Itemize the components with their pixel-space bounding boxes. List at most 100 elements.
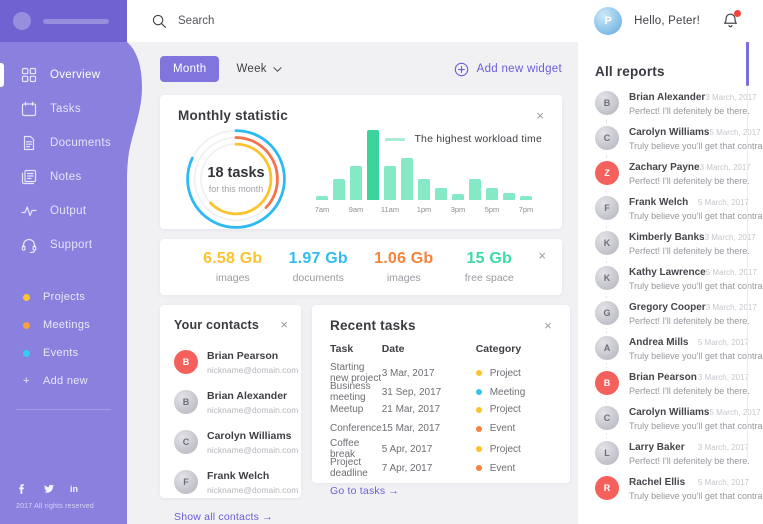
sidebar-item-notes[interactable]: Notes [0,160,127,194]
task-category: Project [490,444,521,455]
report-message: Perfect! I'll defenitely be there. [629,176,749,186]
contact-list-item[interactable]: CCarolyn Williamsnickname@domain.com [174,422,288,462]
report-list-item[interactable]: GGregory Cooper3 March, 2017Perfect! I'l… [595,301,749,326]
report-date: 5 March, 2017 [698,338,749,347]
twitter-icon[interactable] [43,483,55,495]
contact-email: nickname@domain.com [207,405,298,415]
report-date: 5 March, 2017 [698,478,749,487]
report-list-item[interactable]: CCarolyn Williams5 March, 2017Truly beli… [595,406,749,431]
task-name: Meetup [330,404,382,415]
table-row: Business meeting31 Sep, 2017Meeting [330,381,552,400]
bar-1pm [418,179,430,200]
sidebar-item-documents[interactable]: Documents [0,126,127,160]
sidebar-item-support[interactable]: Support [0,228,127,262]
stat-label: images [190,272,276,284]
report-message: Perfect! I'll defenitely be there. [629,386,749,396]
document-icon [21,135,37,151]
workload-bar-chart: The highest workload time 7am9am11am1pm3… [316,125,544,233]
sidebar-shortcut-meetings[interactable]: Meetings [0,311,127,339]
contact-name: Brian Pearson [207,350,298,362]
task-category: Meeting [490,387,526,398]
table-header-row: TaskDateCategory [330,343,552,362]
table-row: Project deadline7 Apr, 2017Event [330,457,552,476]
copyright-text: 2017 All rights reserved [16,503,94,510]
sidebar-item-overview[interactable]: Overview [0,58,127,92]
recent-tasks-card: Recent tasks × TaskDateCategoryStarting … [312,305,570,483]
avatar: B [595,91,619,115]
report-list-item[interactable]: BBrian Alexander3 March, 2017Perfect! I'… [595,91,749,116]
report-date: 5 March, 2017 [706,268,757,277]
tasks-donut-chart: 18 tasks for this month [182,125,290,233]
donut-label: for this month [209,184,264,194]
avatar: B [174,390,198,414]
x-tick-label: 5pm [485,205,500,215]
week-dropdown[interactable]: Week [236,63,281,75]
avatar: C [595,126,619,150]
linkedin-icon[interactable]: in [70,484,78,494]
greeting-text: Hello, Peter! [634,15,700,27]
donut-value: 18 tasks [207,165,264,181]
report-message: Perfect! I'll defenitely be there. [629,316,749,326]
your-contacts-card: Your contacts × BBrian Pearsonnickname@d… [160,305,301,498]
user-avatar[interactable]: P [594,7,622,35]
task-date: 5 Apr, 2017 [382,444,476,455]
show-all-contacts-link[interactable]: Show all contacts → [174,511,273,523]
go-to-tasks-link[interactable]: Go to tasks → [330,485,399,497]
sidebar-item-tasks[interactable]: Tasks [0,92,127,126]
contact-list-item[interactable]: BBrian Alexandernickname@domain.com [174,382,288,422]
headset-icon [21,237,37,253]
sidebar-item-output[interactable]: Output [0,194,127,228]
report-date: 5 March, 2017 [710,128,761,137]
task-category: Event [490,423,516,434]
report-date: 3 March, 2017 [705,93,756,102]
table-row: Coffee break5 Apr, 2017Project [330,438,552,457]
user-area: P Hello, Peter! [594,7,740,35]
storage-stats-card: 6.58 Gbimages1.97 Gbdocuments1.06 Gbimag… [160,239,562,295]
report-author: Andrea Mills [629,337,688,348]
facebook-icon[interactable] [16,483,28,495]
report-list-item[interactable]: LLarry Baker3 March, 2017Perfect! I'll d… [595,441,749,466]
report-author: Kimberly Banks [629,232,705,243]
stat-label: documents [276,272,362,284]
report-list-item[interactable]: KKathy Lawrence5 March, 2017Truly believ… [595,266,749,291]
contact-list-item[interactable]: FFrank Welchnickname@domain.com [174,462,288,502]
tasks-table: TaskDateCategoryStarting new project3 Ma… [330,343,552,476]
avatar: B [174,350,198,374]
report-list-item[interactable]: FFrank Welch5 March, 2017Truly believe y… [595,196,749,221]
close-icon[interactable]: × [538,251,546,261]
column-header: Category [476,343,552,365]
task-date: 3 Mar, 2017 [382,368,476,379]
sidebar: OverviewTasksDocumentsNotesOutputSupport… [0,0,127,524]
report-list-item[interactable]: AAndrea Mills5 March, 2017Truly believe … [595,336,749,361]
scrollbar-thumb[interactable] [746,38,749,86]
add-new-widget-button[interactable]: Add new widget [454,62,562,77]
bar-12pm [401,158,413,200]
notification-badge [734,10,741,17]
card-title: Monthly statistic [178,108,288,123]
close-icon[interactable]: × [280,320,288,330]
month-toggle-button[interactable]: Month [160,56,219,82]
contact-list-item[interactable]: BBrian Pearsonnickname@domain.com [174,342,288,382]
report-list-item[interactable]: KKimberly Banks3 March, 2017Perfect! I'l… [595,231,749,256]
notes-icon [21,169,37,185]
logo-mark-icon [13,12,31,30]
report-list-item[interactable]: BBrian Pearson3 March, 2017Perfect! I'll… [595,371,749,396]
sidebar-shortcut-events[interactable]: Events [0,339,127,367]
sidebar-shortcut-add-new[interactable]: +Add new [0,367,127,395]
report-list-item[interactable]: RRachel Ellis5 March, 2017Truly believe … [595,476,749,501]
notifications-bell-icon[interactable] [722,12,740,30]
sidebar-shortcut-projects[interactable]: Projects [0,283,127,311]
report-message: Truly believe you'll get that contract! [629,351,749,361]
report-list-item[interactable]: ZZachary Payne3 March, 2017Perfect! I'll… [595,161,749,186]
logo-text-placeholder [43,19,109,24]
x-tick-label: 9am [349,205,364,215]
category-dot-icon [476,407,482,413]
storage-stat: 15 Gbfree space [447,250,533,284]
search-input[interactable] [178,15,378,27]
report-list-item[interactable]: CCarolyn Williams5 March, 2017Truly beli… [595,126,749,151]
bar-10am [367,130,379,200]
close-icon[interactable]: × [544,321,552,331]
reports-title: All reports [595,64,749,79]
close-icon[interactable]: × [536,111,544,121]
stat-value: 6.58 Gb [190,250,276,268]
